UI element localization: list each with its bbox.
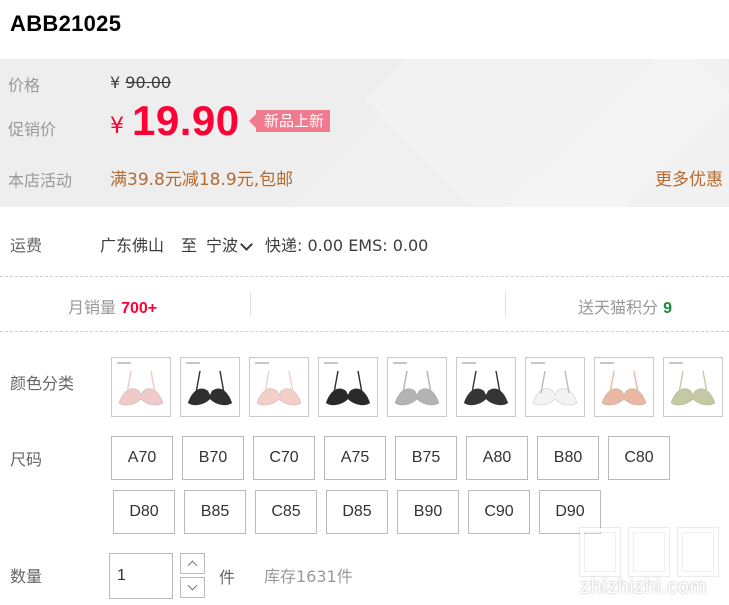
color-swatch[interactable]	[456, 357, 516, 417]
color-swatch[interactable]	[663, 357, 723, 417]
brand-tag	[600, 362, 614, 364]
bra-icon	[325, 370, 371, 406]
bra-icon	[532, 370, 578, 406]
shipping-label: 运费	[10, 236, 43, 255]
swatch-image	[184, 361, 236, 413]
promo-currency: ¥	[110, 114, 124, 139]
watermark-text: zhizhizhi.com	[580, 576, 707, 598]
watermark-logo-icon	[629, 528, 669, 576]
promo-price-value: 19.90	[132, 97, 240, 144]
monthly-sales-label: 月销量	[68, 298, 117, 317]
swatch-image	[598, 361, 650, 413]
divider	[250, 292, 251, 316]
bra-icon	[256, 370, 302, 406]
divider	[0, 331, 729, 332]
stock-count: 库存1631件	[264, 567, 353, 586]
quantity-input[interactable]	[109, 553, 173, 599]
size-option[interactable]: C90	[468, 490, 530, 534]
bra-icon	[394, 370, 440, 406]
color-swatch[interactable]	[111, 357, 171, 417]
chevron-up-icon	[187, 560, 198, 571]
swatch-image	[529, 361, 581, 413]
swatch-image	[322, 361, 374, 413]
shipping-origin: 广东佛山	[100, 236, 165, 255]
size-option[interactable]: B70	[182, 436, 244, 480]
quantity-label: 数量	[10, 567, 43, 586]
quantity-decrease-button[interactable]	[180, 577, 205, 598]
site-watermark: zhizhizhi.com	[578, 520, 728, 600]
monthly-sales-value: 700+	[121, 300, 158, 317]
original-price: ¥ 90.00	[110, 73, 171, 92]
brand-tag	[117, 362, 131, 364]
swatch-image	[667, 361, 719, 413]
destination-value: 宁波	[206, 236, 239, 255]
monthly-sales: 月销量 700+	[68, 294, 157, 318]
product-code: ABB21025	[10, 11, 122, 36]
quantity-unit: 件	[219, 568, 236, 587]
watermark-logo-icon	[580, 528, 620, 576]
size-option[interactable]: A80	[466, 436, 528, 480]
color-swatch[interactable]	[318, 357, 378, 417]
divider	[505, 292, 506, 316]
size-option[interactable]: D85	[326, 490, 388, 534]
brand-tag	[669, 362, 683, 364]
size-option[interactable]: D80	[113, 490, 175, 534]
store-activity-label: 本店活动	[8, 171, 73, 190]
size-option[interactable]: B90	[397, 490, 459, 534]
watermark-logo-icon	[678, 528, 718, 576]
new-arrival-badge: 新品上新	[248, 110, 331, 132]
brand-tag	[393, 362, 407, 364]
swatch-image	[253, 361, 305, 413]
original-price-value: 90.00	[125, 73, 172, 92]
size-option[interactable]: B80	[537, 436, 599, 480]
bra-icon	[187, 370, 233, 406]
size-label: 尺码	[10, 450, 43, 469]
brand-tag	[255, 362, 269, 364]
promo-price-label: 促销价	[8, 120, 57, 139]
bra-icon	[601, 370, 647, 406]
swatch-image	[115, 361, 167, 413]
color-swatch[interactable]	[525, 357, 585, 417]
size-option[interactable]: C70	[253, 436, 315, 480]
destination-selector[interactable]: 宁波	[206, 232, 258, 256]
brand-tag	[324, 362, 338, 364]
tmall-points: 送天猫积分 9	[578, 294, 672, 318]
shipping-to-word: 至	[181, 236, 198, 255]
bra-icon	[670, 370, 716, 406]
size-option[interactable]: C80	[608, 436, 670, 480]
original-price-label: 价格	[8, 76, 41, 95]
size-option[interactable]: B85	[184, 490, 246, 534]
color-swatch[interactable]	[594, 357, 654, 417]
size-option[interactable]: A70	[111, 436, 173, 480]
swatch-image	[460, 361, 512, 413]
color-label: 颜色分类	[10, 374, 75, 393]
color-swatch[interactable]	[180, 357, 240, 417]
more-offers-link[interactable]: 更多优惠	[655, 165, 723, 190]
brand-tag	[186, 362, 200, 364]
tmall-points-value: 9	[663, 300, 673, 317]
tmall-points-label: 送天猫积分	[578, 298, 659, 317]
size-option[interactable]: C85	[255, 490, 317, 534]
size-option[interactable]: A75	[324, 436, 386, 480]
brand-tag	[462, 362, 476, 364]
bra-icon	[463, 370, 509, 406]
chevron-down-icon	[240, 238, 253, 251]
divider	[0, 276, 729, 277]
original-currency: ¥	[110, 73, 121, 92]
bra-icon	[118, 370, 164, 406]
chevron-down-icon	[187, 580, 198, 591]
color-swatch[interactable]	[249, 357, 309, 417]
quantity-increase-button[interactable]	[180, 553, 205, 574]
size-option[interactable]: B75	[395, 436, 457, 480]
color-swatch[interactable]	[387, 357, 447, 417]
shipping-fees: 快递: 0.00 EMS: 0.00	[265, 236, 429, 255]
brand-tag	[531, 362, 545, 364]
store-activity-text: 满39.8元减18.9元,包邮	[110, 170, 294, 190]
swatch-image	[391, 361, 443, 413]
